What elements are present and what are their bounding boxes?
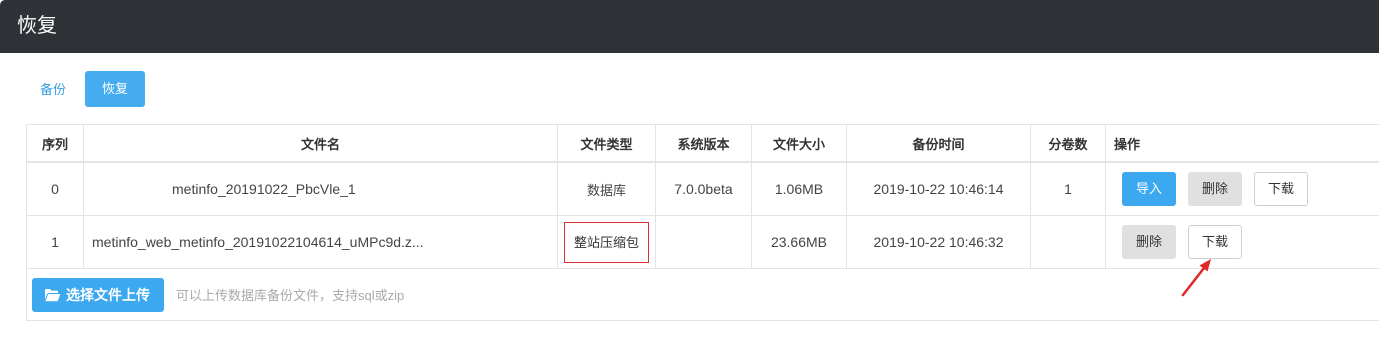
upload-button[interactable]: 选择文件上传 [32,277,164,312]
cell-index: 1 [26,215,84,269]
highlight-box: 整站压缩包 [564,221,649,263]
upload-row: 选择文件上传 可以上传数据库备份文件，支持sql或zip [26,268,1379,321]
cell-volumes [1030,215,1106,269]
column-header-size: 文件大小 [751,124,847,163]
column-header-volumes: 分卷数 [1030,124,1106,163]
cell-time: 2019-10-22 10:46:14 [846,161,1031,216]
table-header-row: 序列 文件名 文件类型 系统版本 文件大小 备份时间 分卷数 操作 [26,124,1379,163]
table-row: 0 metinfo_20191022_PbcVle_1 数据库 7.0.0bet… [26,161,1379,216]
delete-button[interactable]: 删除 [1122,225,1176,259]
import-button[interactable]: 导入 [1122,172,1176,206]
folder-open-icon [44,288,61,302]
backup-table: 序列 文件名 文件类型 系统版本 文件大小 备份时间 分卷数 操作 0 meti… [26,124,1379,321]
column-header-time: 备份时间 [846,124,1031,163]
tab-backup[interactable]: 备份 [40,80,66,100]
cell-version [655,215,752,269]
cell-type: 整站压缩包 [557,215,656,269]
action-group: 导入 删除 下载 [1107,172,1379,206]
column-header-actions: 操作 [1105,124,1379,163]
upload-cell: 选择文件上传 可以上传数据库备份文件，支持sql或zip [26,268,1379,321]
column-header-type: 文件类型 [557,124,656,163]
cell-type: 数据库 [557,161,656,216]
cell-time: 2019-10-22 10:46:32 [846,215,1031,269]
action-group: 删除 下载 [1107,225,1379,259]
cell-filename: metinfo_20191022_PbcVle_1 [83,161,558,216]
cell-filename: metinfo_web_metinfo_20191022104614_uMPc9… [83,215,558,269]
cell-index: 0 [26,161,84,216]
top-bar: 恢复 [0,0,1379,53]
cell-volumes: 1 [1030,161,1106,216]
tab-restore[interactable]: 恢复 [85,71,145,107]
cell-size: 1.06MB [751,161,847,216]
page-title: 恢复 [17,15,57,37]
cell-size: 23.66MB [751,215,847,269]
upload-bar: 选择文件上传 可以上传数据库备份文件，支持sql或zip [28,277,1379,312]
table-row: 1 metinfo_web_metinfo_20191022104614_uMP… [26,215,1379,269]
cell-version: 7.0.0beta [655,161,752,216]
column-header-version: 系统版本 [655,124,752,163]
cell-actions: 删除 下载 [1105,215,1379,269]
upload-hint: 可以上传数据库备份文件，支持sql或zip [176,288,405,303]
cell-actions: 导入 删除 下载 [1105,161,1379,216]
column-header-index: 序列 [26,124,84,163]
column-header-filename: 文件名 [83,124,558,163]
upload-button-label: 选择文件上传 [66,286,150,303]
download-button[interactable]: 下载 [1188,225,1242,259]
download-button[interactable]: 下载 [1254,172,1308,206]
delete-button[interactable]: 删除 [1188,172,1242,206]
